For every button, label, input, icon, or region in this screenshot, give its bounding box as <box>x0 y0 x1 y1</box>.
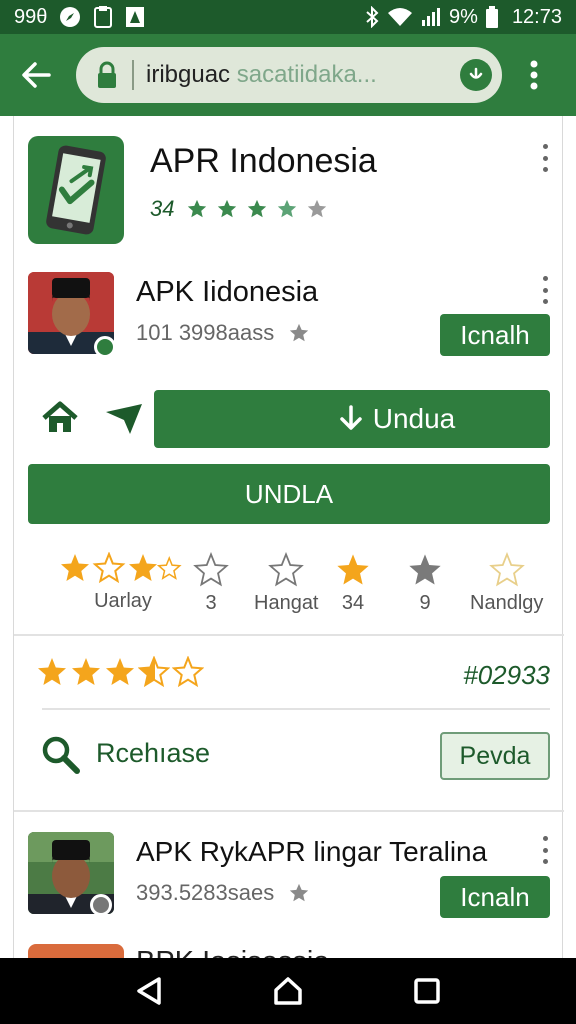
divider <box>42 708 550 710</box>
rating-option-5-label: 9 <box>419 592 431 614</box>
nav-recents-button[interactable] <box>405 969 449 1013</box>
home-outline-icon <box>274 977 302 1005</box>
rating-option-5[interactable]: 9 <box>406 552 444 615</box>
rating-option-6-label: Nandlgy <box>470 592 544 614</box>
back-arrow-icon <box>22 62 51 88</box>
rating-option-4-label: 34 <box>341 592 365 614</box>
bluetooth-icon <box>365 6 379 28</box>
star-filled-icon <box>72 658 100 685</box>
featured-rating-number: 34 <box>150 196 175 221</box>
status-time: 12:73 <box>511 5 562 28</box>
app-item-2-title[interactable]: APK RykAPR lingar Teralina <box>136 836 487 868</box>
star-empty-icon <box>308 199 327 218</box>
status-left-text: 99θ <box>14 5 48 28</box>
send-arrow-icon <box>106 404 142 434</box>
home-button[interactable] <box>38 398 82 438</box>
star-icon <box>188 199 207 218</box>
summary-hash-count: #02933 <box>463 660 550 690</box>
download-icon <box>339 405 362 430</box>
rating-option-6[interactable]: Nandlgy <box>470 552 543 615</box>
star-filled-icon <box>106 658 134 685</box>
lock-icon <box>94 60 120 90</box>
battery-icon <box>485 6 498 28</box>
back-button[interactable] <box>10 49 62 101</box>
star-filled-icon <box>38 658 66 685</box>
star-icon <box>248 199 267 218</box>
rating-option-3-label: Hangat <box>254 592 319 614</box>
app-item-1-status-dot <box>94 336 116 358</box>
app-item-1-title[interactable]: APK Iidonesia <box>136 276 318 309</box>
divider <box>14 810 564 812</box>
url-main: iribguac <box>146 61 231 88</box>
app-item-1-meta: 101 3998aass <box>136 320 310 346</box>
star-icon <box>290 883 309 902</box>
featured-app-icon[interactable] <box>28 136 124 244</box>
home-icon <box>42 401 78 432</box>
star-filled-icon <box>337 554 369 585</box>
app-item-2-meta: 393.5283saes <box>136 880 310 906</box>
undla-button[interactable]: UNDLA <box>28 464 550 524</box>
download-label: Undua <box>372 403 456 434</box>
nav-home-button[interactable] <box>266 969 310 1013</box>
app-item-2-status-dot <box>90 894 112 916</box>
star-outline-icon <box>172 656 204 688</box>
pevda-button[interactable]: Pevda <box>440 732 550 780</box>
summary-stars <box>36 656 204 688</box>
app-item-1-more-button[interactable] <box>537 276 553 304</box>
rating-option-1-label: Uarlay <box>94 590 152 612</box>
compass-icon <box>59 6 81 28</box>
url-text: iribguac sacatiidaka... <box>146 61 460 89</box>
nav-back-button[interactable] <box>127 969 171 1013</box>
wifi-icon <box>387 7 413 27</box>
star-outline-icon <box>193 552 229 587</box>
star-gray-icon <box>409 554 441 585</box>
divider <box>14 634 564 636</box>
rating-option-4[interactable]: 34 <box>334 552 372 615</box>
content-card: APR Indonesia 34 APK Iidonesia 101 3998a <box>13 116 564 978</box>
download-button[interactable]: Undua <box>154 390 550 448</box>
image-icon <box>125 6 145 28</box>
featured-app-rating: 34 <box>150 196 328 222</box>
app-item-2-more-button[interactable] <box>537 836 553 864</box>
rating-option-1[interactable]: Uarlay <box>58 552 188 613</box>
back-triangle-icon <box>137 977 162 1005</box>
overflow-menu-button[interactable] <box>514 49 554 101</box>
app-item-1-downloads: 101 3998aass <box>136 320 275 345</box>
star-half-icon <box>138 656 170 688</box>
rating-option-2[interactable]: 3 <box>192 552 230 615</box>
star-pale-icon <box>488 552 525 587</box>
clipboard-icon <box>93 5 113 29</box>
system-nav-bar <box>0 958 576 1024</box>
featured-more-button[interactable] <box>537 144 553 172</box>
phone-check-icon <box>46 145 106 235</box>
star-icon <box>290 323 309 342</box>
star-icon <box>218 199 237 218</box>
shield-badge-icon[interactable] <box>460 59 492 91</box>
url-faded: sacatiidaka... <box>236 61 377 88</box>
search-row-label[interactable]: Rcehıase <box>96 738 210 769</box>
signal-icon <box>421 7 441 27</box>
rating-option-2-label: 3 <box>205 592 217 614</box>
share-button[interactable] <box>102 398 146 438</box>
status-bar: 99θ 9% 12:73 <box>0 0 576 34</box>
app-item-2-install-button[interactable]: Icnaln <box>440 876 550 918</box>
search-icon[interactable] <box>40 734 82 776</box>
star-outline-icon <box>268 552 305 587</box>
featured-app-title[interactable]: APR Indonesia <box>150 142 377 181</box>
battery-percent: 9% <box>449 5 478 28</box>
rating-filter-row: Uarlay 3 Hangat 34 9 Nandlgy <box>14 552 564 616</box>
app-item-1-install-button[interactable]: Icnalh <box>440 314 550 356</box>
url-bar[interactable]: iribguac sacatiidaka... <box>76 47 502 103</box>
rating-option-3[interactable]: Hangat <box>254 552 319 615</box>
square-icon <box>413 978 440 1004</box>
browser-toolbar: iribguac sacatiidaka... <box>0 34 576 116</box>
star-icon <box>278 199 297 218</box>
url-separator <box>132 60 134 90</box>
screen: 99θ 9% 12:73 iribguac sacatiidaka... APR… <box>0 0 576 1024</box>
app-item-2-downloads: 393.5283saes <box>136 880 275 905</box>
more-vert-icon <box>530 60 538 90</box>
three-stars-icon <box>61 552 182 584</box>
